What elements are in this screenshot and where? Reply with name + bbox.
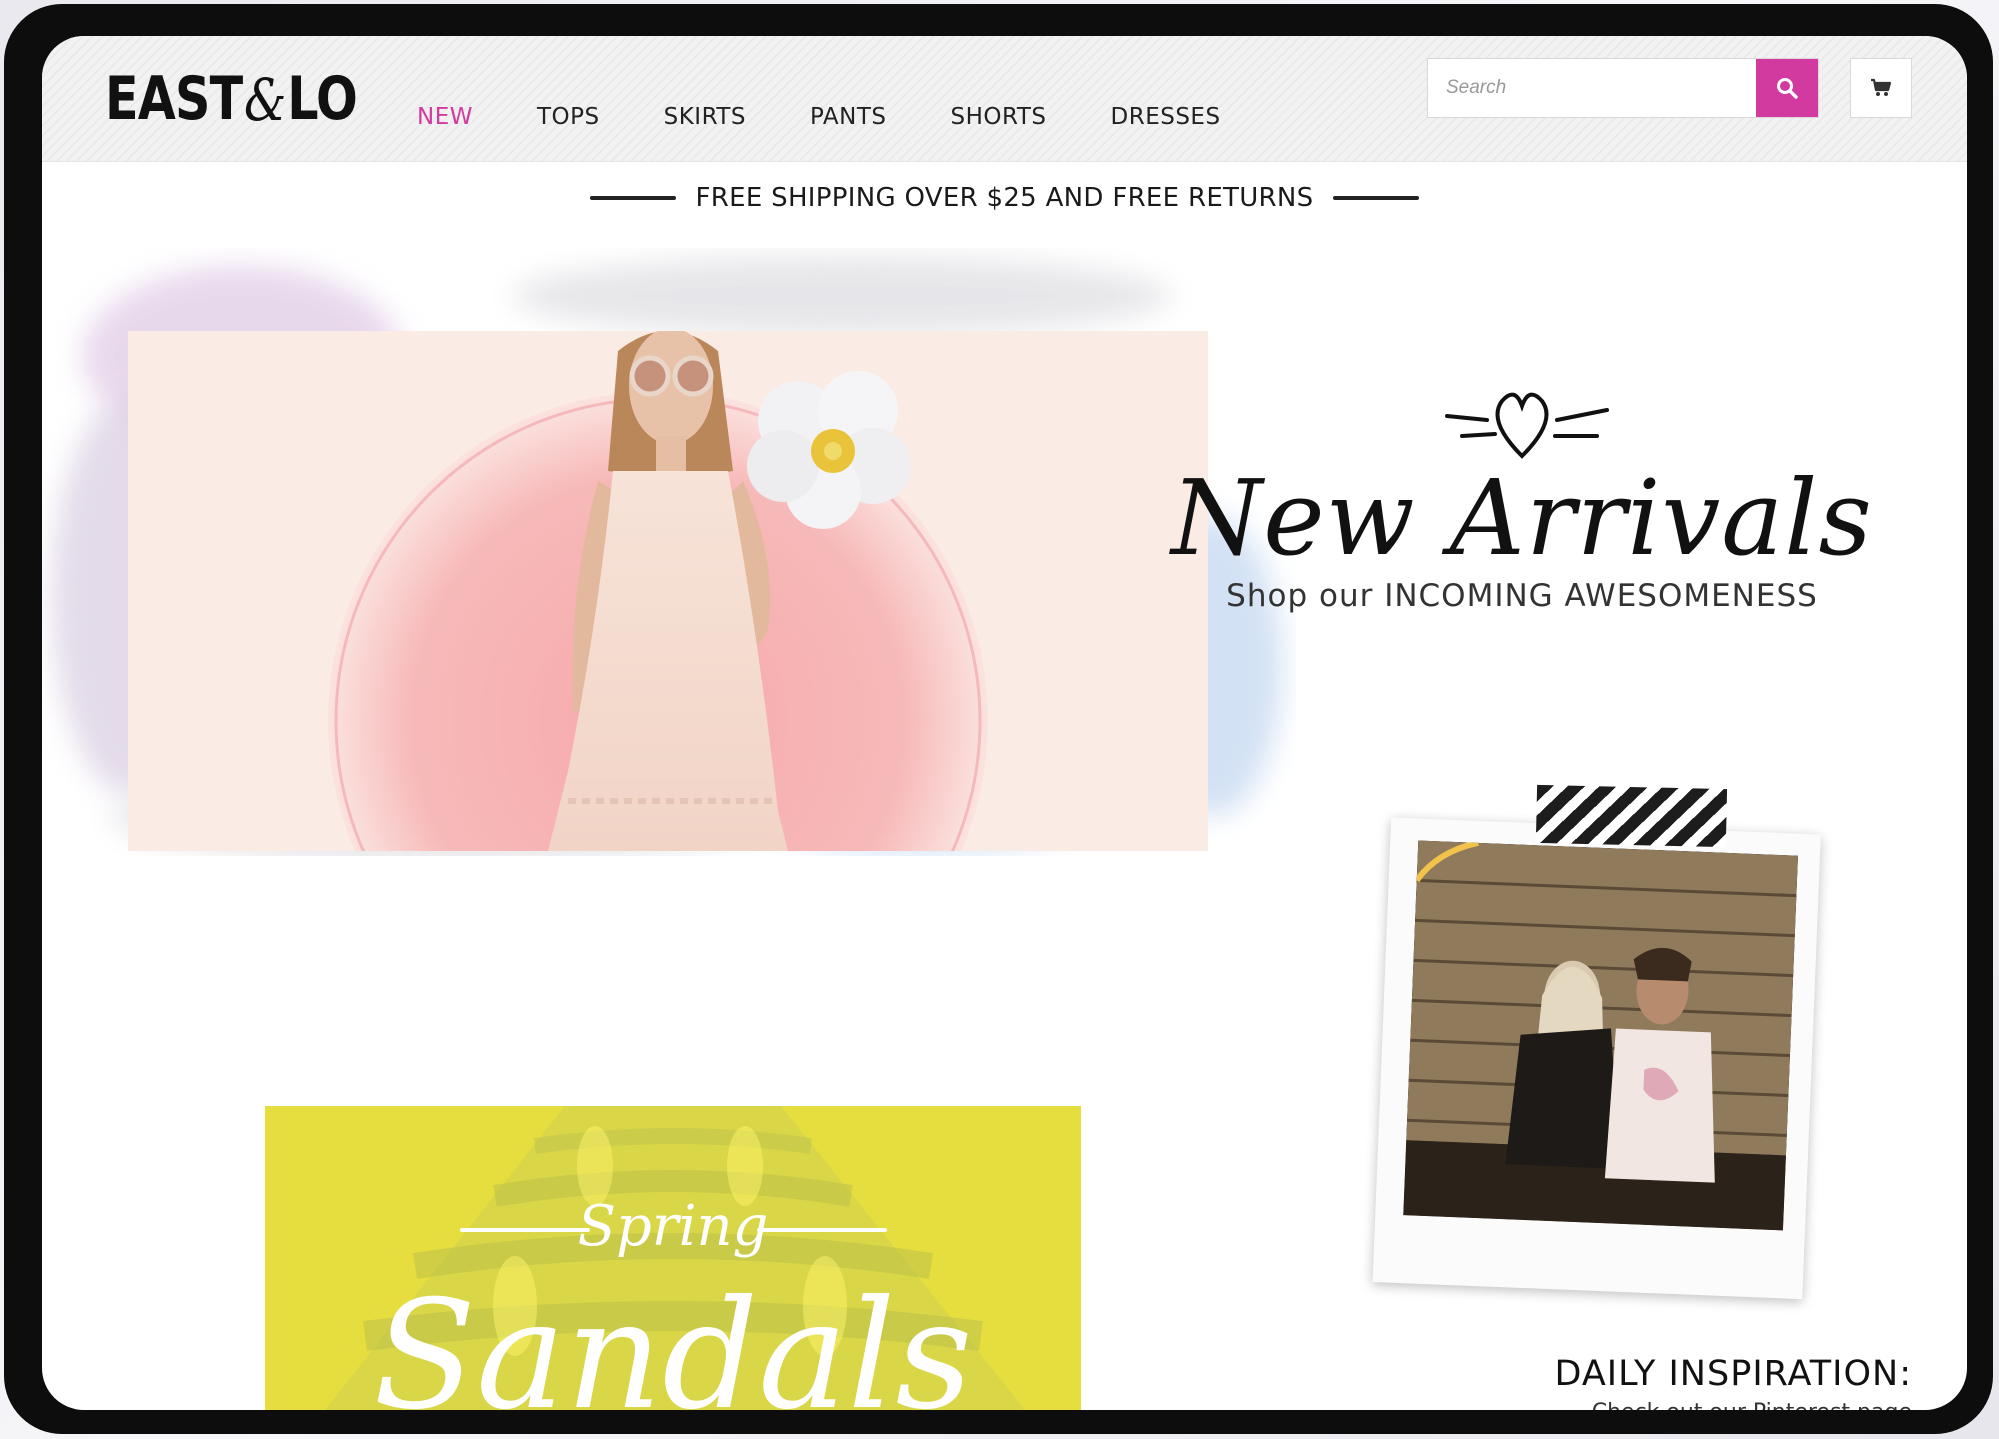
shipping-banner: FREE SHIPPING OVER $25 AND FREE RETURNS — [42, 183, 1967, 213]
screen: EAST & LO NEW TOPS SKIRTS PANTS SHORTS D… — [42, 36, 1967, 1410]
search-icon — [1777, 78, 1798, 99]
search-input[interactable] — [1428, 59, 1758, 117]
nav-item-pants[interactable]: PANTS — [810, 104, 887, 130]
nav-item-new[interactable]: NEW — [417, 104, 473, 130]
tablet-frame: EAST & LO NEW TOPS SKIRTS PANTS SHORTS D… — [4, 4, 1993, 1434]
new-arrivals-title: New Arrivals — [1171, 457, 1873, 579]
site-header: EAST & LO NEW TOPS SKIRTS PANTS SHORTS D… — [42, 36, 1967, 162]
hero-model-photo — [128, 331, 1208, 851]
polaroid-frame — [1372, 817, 1821, 1300]
hero-banner[interactable]: New Arrivals Shop our INCOMING AWESOMENE… — [42, 236, 1872, 856]
nav-item-shorts[interactable]: SHORTS — [951, 104, 1047, 130]
divider-left — [589, 196, 676, 200]
washi-tape — [1535, 784, 1728, 848]
new-arrivals-heading: New Arrivals Shop our INCOMING AWESOMENE… — [1162, 376, 1882, 614]
search-box — [1427, 58, 1819, 118]
daily-inspiration: DAILY INSPIRATION: Check out our Pintere… — [1422, 1354, 1912, 1410]
nav-item-tops[interactable]: TOPS — [537, 104, 600, 130]
new-arrivals-subtitle: Shop our INCOMING AWESOMENESS — [1226, 578, 1818, 614]
logo-text-east: EAST — [105, 64, 243, 134]
divider-right — [1333, 196, 1420, 200]
shipping-text: FREE SHIPPING OVER $25 AND FREE RETURNS — [695, 183, 1314, 213]
search-button[interactable] — [1756, 59, 1818, 117]
spring-sandals-banner[interactable]: Spring Sandals — [265, 1106, 1081, 1410]
cart-button[interactable] — [1850, 58, 1912, 118]
logo-ampersand: & — [244, 66, 286, 134]
nav-item-dresses[interactable]: DRESSES — [1111, 104, 1221, 130]
daily-inspiration-link[interactable]: Check out our Pinterest page — [1422, 1400, 1912, 1410]
nav-item-skirts[interactable]: SKIRTS — [664, 104, 746, 130]
logo[interactable]: EAST & LO — [105, 64, 358, 134]
inspiration-polaroid[interactable] — [1372, 777, 1833, 1324]
daily-inspiration-title: DAILY INSPIRATION: — [1554, 1354, 1912, 1394]
cart-icon — [1871, 78, 1892, 96]
inspiration-photo — [1403, 840, 1798, 1231]
heart-doodle-icon — [1445, 392, 1609, 459]
sandals-label: Sandals — [373, 1269, 973, 1410]
main-nav: NEW TOPS SKIRTS PANTS SHORTS DRESSES — [417, 104, 1285, 130]
logo-text-lo: LO — [287, 64, 358, 134]
spring-label: Spring — [577, 1194, 769, 1259]
